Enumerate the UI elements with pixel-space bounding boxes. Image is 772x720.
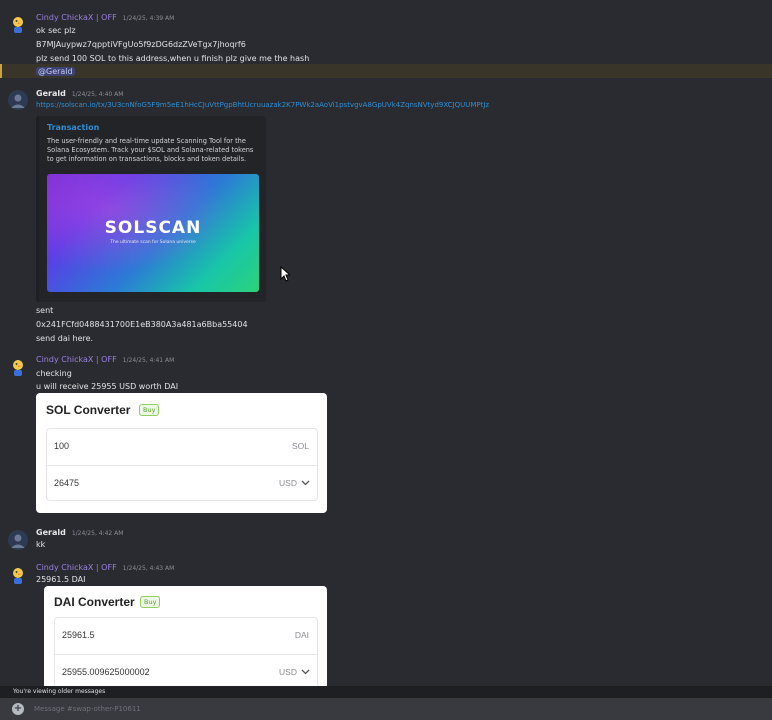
user-avatar-icon: [8, 530, 28, 550]
user-mention[interactable]: @Gerald: [36, 67, 75, 76]
message-list[interactable]: Cindy ChickaX | OFF 1/24/25, 4:39 AM ok s…: [0, 0, 772, 686]
converter-box: 25961.5 DAI 25955.009625000002 USD: [54, 617, 318, 686]
solscan-tagline: The ultimate scan for Solana universe: [110, 240, 196, 245]
author-name[interactable]: Gerald: [36, 528, 66, 537]
avatar[interactable]: [8, 357, 28, 377]
from-amount[interactable]: 25961.5: [62, 630, 95, 640]
mention-highlight: [0, 64, 772, 78]
message-text: @Gerald: [36, 67, 75, 76]
chevron-down-icon[interactable]: [301, 480, 310, 486]
sol-converter-card: SOL Converter Buy 100 SOL 26475 USD: [36, 393, 327, 513]
message-header: Gerald 1/24/25, 4:40 AM: [36, 89, 123, 98]
to-unit[interactable]: USD: [279, 667, 297, 677]
converter-to-row[interactable]: 25955.009625000002 USD: [55, 654, 317, 686]
link-embed: Transaction The user-friendly and real-t…: [36, 116, 266, 302]
from-amount[interactable]: 100: [54, 441, 69, 451]
to-amount[interactable]: 26475: [54, 478, 79, 488]
embed-description: The user-friendly and real-time update S…: [47, 137, 254, 163]
avatar[interactable]: [8, 565, 28, 585]
message-text: send dai here.: [36, 334, 94, 343]
message-header: Cindy ChickaX | OFF 1/24/25, 4:43 AM: [36, 563, 174, 572]
buy-badge[interactable]: Buy: [139, 404, 160, 416]
chick-avatar-icon: [13, 568, 23, 584]
dai-converter-card: DAI Converter Buy 25961.5 DAI 25955.0096…: [44, 586, 327, 686]
message-text: plz send 100 SOL to this address,when u …: [36, 54, 310, 63]
converter-from-row[interactable]: 25961.5 DAI: [55, 618, 317, 654]
transaction-link[interactable]: https://solscan.io/tx/3U3cnNfoG5F9m5eE1h…: [36, 101, 489, 109]
timestamp: 1/24/25, 4:40 AM: [71, 91, 124, 98]
buy-badge[interactable]: Buy: [140, 596, 161, 608]
avatar[interactable]: [8, 530, 28, 550]
from-unit: SOL: [291, 441, 309, 451]
message-header: Cindy ChickaX | OFF 1/24/25, 4:41 AM: [36, 355, 174, 364]
card-title: DAI Converter: [54, 595, 135, 609]
message-text: u will receive 25955 USD worth DAI: [36, 382, 179, 391]
message-text: kk: [36, 540, 46, 549]
chick-avatar-icon: [13, 360, 23, 376]
to-unit[interactable]: USD: [279, 478, 297, 488]
add-attachment-icon[interactable]: +: [12, 703, 24, 715]
message-text: checking: [36, 369, 72, 378]
card-title: SOL Converter: [46, 403, 131, 417]
message-input[interactable]: [34, 702, 734, 716]
author-name[interactable]: Gerald: [36, 89, 66, 98]
user-avatar-icon: [8, 90, 28, 110]
timestamp: 1/24/25, 4:43 AM: [122, 565, 175, 572]
timestamp: 1/24/25, 4:41 AM: [122, 357, 175, 364]
avatar[interactable]: [8, 14, 28, 34]
message-text: 25961.5 DAI: [36, 575, 86, 584]
author-name[interactable]: Cindy ChickaX | OFF: [36, 563, 117, 572]
message-composer: +: [0, 698, 772, 720]
avatar[interactable]: [8, 90, 28, 110]
status-text: You're viewing older messages: [13, 688, 106, 695]
message-text: 0x241FCfd0488431700E1eB380A3a481a6Bba554…: [36, 320, 248, 329]
embed-title[interactable]: Transaction: [47, 123, 99, 132]
converter-from-row[interactable]: 100 SOL: [47, 429, 317, 465]
message-header: Cindy ChickaX | OFF 1/24/25, 4:39 AM: [36, 13, 174, 22]
message-header: Gerald 1/24/25, 4:42 AM: [36, 528, 123, 537]
embed-image[interactable]: SOLSCAN The ultimate scan for Solana uni…: [47, 174, 259, 292]
message-text: ok sec plz: [36, 26, 76, 35]
author-name[interactable]: Cindy ChickaX | OFF: [36, 13, 117, 22]
older-messages-bar[interactable]: You're viewing older messages: [0, 686, 772, 698]
from-unit: DAI: [294, 630, 309, 640]
message-text: B7MJAuypwz7qpptiVFgUo5f9zDG6dzZVeTgx7jho…: [36, 40, 246, 49]
converter-to-row[interactable]: 26475 USD: [47, 465, 317, 501]
solscan-logo: SOLSCAN: [104, 218, 202, 238]
chick-avatar-icon: [13, 17, 23, 33]
timestamp: 1/24/25, 4:39 AM: [122, 15, 175, 22]
message-text: sent: [36, 306, 54, 315]
timestamp: 1/24/25, 4:42 AM: [71, 530, 124, 537]
mouse-cursor-icon: [280, 266, 290, 282]
chevron-down-icon[interactable]: [301, 669, 310, 675]
converter-box: 100 SOL 26475 USD: [46, 428, 318, 501]
author-name[interactable]: Cindy ChickaX | OFF: [36, 355, 117, 364]
to-amount[interactable]: 25955.009625000002: [62, 667, 150, 677]
